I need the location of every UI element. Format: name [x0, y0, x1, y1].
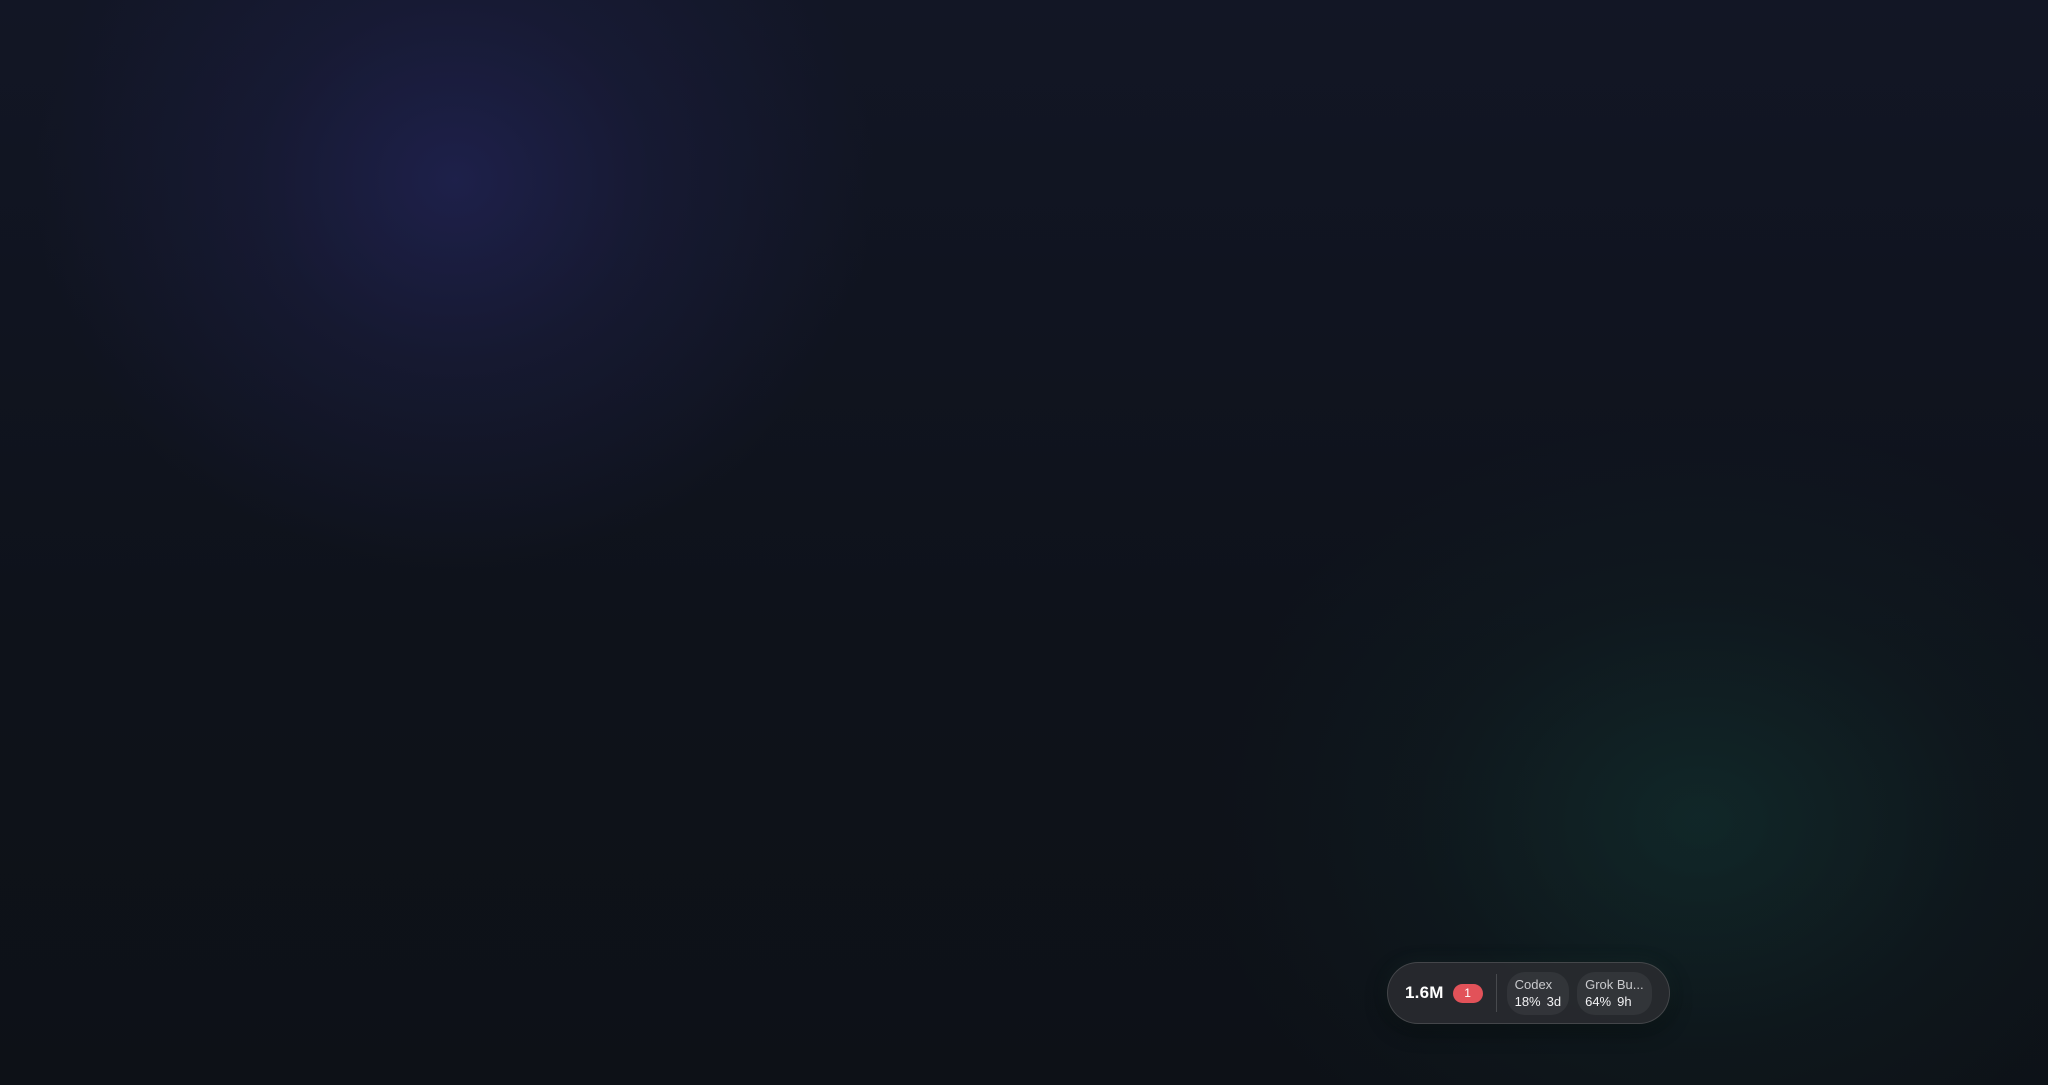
usage-widget[interactable]: 1.6M 1 Codex 18% 3d Grok Bu... 64% 9h	[1387, 962, 1670, 1024]
widget-divider	[1495, 974, 1497, 1012]
total-usage-value: 1.6M	[1405, 983, 1444, 1002]
service-name: Codex	[1514, 976, 1553, 992]
service-chip-grok[interactable]: Grok Bu... 64% 9h	[1577, 971, 1652, 1015]
alert-count-badge[interactable]: 1	[1452, 983, 1483, 1003]
desktop-background	[0, 0, 2048, 1085]
service-list: Codex 18% 3d Grok Bu... 64% 9h	[1506, 971, 1652, 1015]
service-reset-time: 3d	[1546, 993, 1562, 1009]
service-name: Grok Bu...	[1585, 976, 1644, 992]
service-chip-codex[interactable]: Codex 18% 3d	[1506, 971, 1570, 1015]
service-stats: 18% 3d	[1515, 993, 1562, 1010]
service-percent: 64%	[1585, 993, 1612, 1009]
service-percent: 18%	[1514, 993, 1541, 1009]
service-reset-time: 9h	[1617, 993, 1632, 1009]
total-usage[interactable]: 1.6M 1	[1405, 983, 1483, 1003]
service-stats: 64% 9h	[1585, 993, 1644, 1010]
